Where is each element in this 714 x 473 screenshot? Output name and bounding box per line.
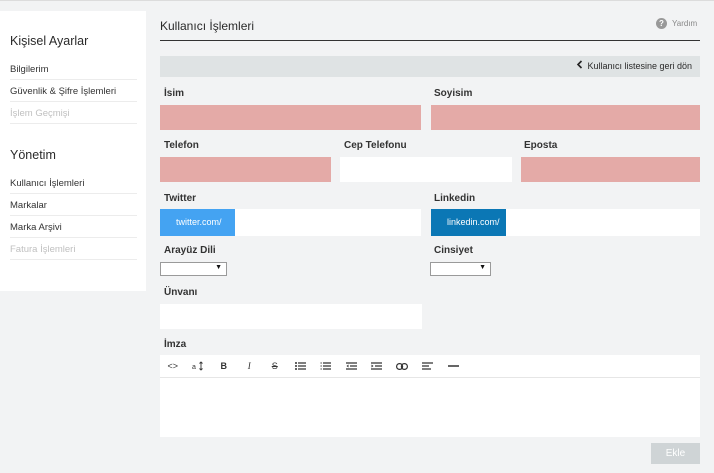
svg-text:a: a: [192, 364, 196, 371]
signature-editor[interactable]: [160, 378, 700, 437]
sidebar-item-bilgilerim[interactable]: Bilgilerim: [10, 59, 137, 80]
twitter-label: Twitter: [164, 193, 197, 204]
sidebar-item-kullanici-islemleri[interactable]: Kullanıcı İşlemleri: [10, 173, 137, 194]
eposta-label: Eposta: [524, 140, 558, 151]
sidebar-item-islem-gecmisi: İşlem Geçmişi: [10, 103, 137, 124]
dropdown-arrow-icon: ▼: [215, 264, 222, 271]
help-label: Yardım: [672, 19, 698, 28]
unvani-label: Ünvanı: [164, 287, 198, 298]
eposta-input[interactable]: [521, 157, 700, 182]
horizontal-rule-icon[interactable]: [441, 355, 467, 378]
arayuz-dili-select[interactable]: ▼: [160, 262, 227, 276]
italic-icon[interactable]: I: [237, 355, 263, 378]
imza-label: İmza: [164, 339, 187, 350]
soyisim-label: Soyisim: [434, 88, 473, 99]
align-left-icon[interactable]: [415, 355, 441, 378]
bold-icon[interactable]: B: [211, 355, 237, 378]
chevron-left-icon: [576, 56, 583, 77]
isim-input[interactable]: [160, 105, 421, 130]
twitter-prefix: twitter.com/: [160, 209, 235, 236]
title-divider: [160, 40, 700, 41]
link-icon[interactable]: [390, 355, 416, 378]
cinsiyet-label: Cinsiyet: [434, 245, 473, 256]
sidebar: Kişisel Ayarlar Bilgilerim Güvenlik & Şi…: [0, 11, 146, 291]
top-border: [0, 0, 714, 1]
sidebar-item-markalar[interactable]: Markalar: [10, 195, 137, 216]
twitter-input[interactable]: [235, 209, 421, 236]
sidebar-section-personal-title: Kişisel Ayarlar: [10, 34, 89, 48]
help-link[interactable]: ? Yardım: [656, 18, 697, 29]
back-link-label: Kullanıcı listesine geri dön: [587, 61, 692, 71]
dropdown-arrow-icon: ▼: [479, 264, 486, 271]
ordered-list-icon[interactable]: [313, 355, 339, 378]
isim-label: İsim: [164, 88, 185, 99]
outdent-icon[interactable]: [339, 355, 365, 378]
cep-telefonu-label: Cep Telefonu: [344, 140, 407, 151]
sidebar-item-fatura-islemleri: Fatura İşlemleri: [10, 239, 137, 260]
question-icon: ?: [656, 18, 667, 29]
sidebar-section-yonetim-title: Yönetim: [10, 148, 56, 162]
indent-icon[interactable]: [364, 355, 390, 378]
back-bar: Kullanıcı listesine geri dön: [160, 56, 700, 77]
sidebar-item-guvenlik[interactable]: Güvenlik & Şifre İşlemleri: [10, 81, 137, 102]
editor-toolbar: <> a B I S: [160, 355, 700, 378]
linkedin-label: Linkedin: [434, 193, 476, 204]
soyisim-input[interactable]: [431, 105, 700, 130]
add-button[interactable]: Ekle: [651, 443, 700, 464]
unvani-input[interactable]: [160, 304, 422, 329]
arayuz-dili-label: Arayüz Dili: [164, 245, 216, 256]
linkedin-prefix: linkedin.com/: [431, 209, 506, 236]
linkedin-input[interactable]: [506, 209, 700, 236]
telefon-label: Telefon: [164, 140, 199, 151]
page-title: Kullanıcı İşlemleri: [160, 19, 255, 33]
telefon-input[interactable]: [160, 157, 331, 182]
sidebar-item-marka-arsivi[interactable]: Marka Arşivi: [10, 217, 137, 238]
font-size-icon[interactable]: a: [186, 355, 212, 378]
cep-telefonu-input[interactable]: [340, 157, 512, 182]
cinsiyet-select[interactable]: ▼: [430, 262, 491, 276]
strikethrough-icon[interactable]: S: [262, 355, 288, 378]
code-view-icon[interactable]: <>: [160, 355, 186, 378]
back-to-user-list-link[interactable]: Kullanıcı listesine geri dön: [576, 56, 692, 77]
unordered-list-icon[interactable]: [288, 355, 314, 378]
